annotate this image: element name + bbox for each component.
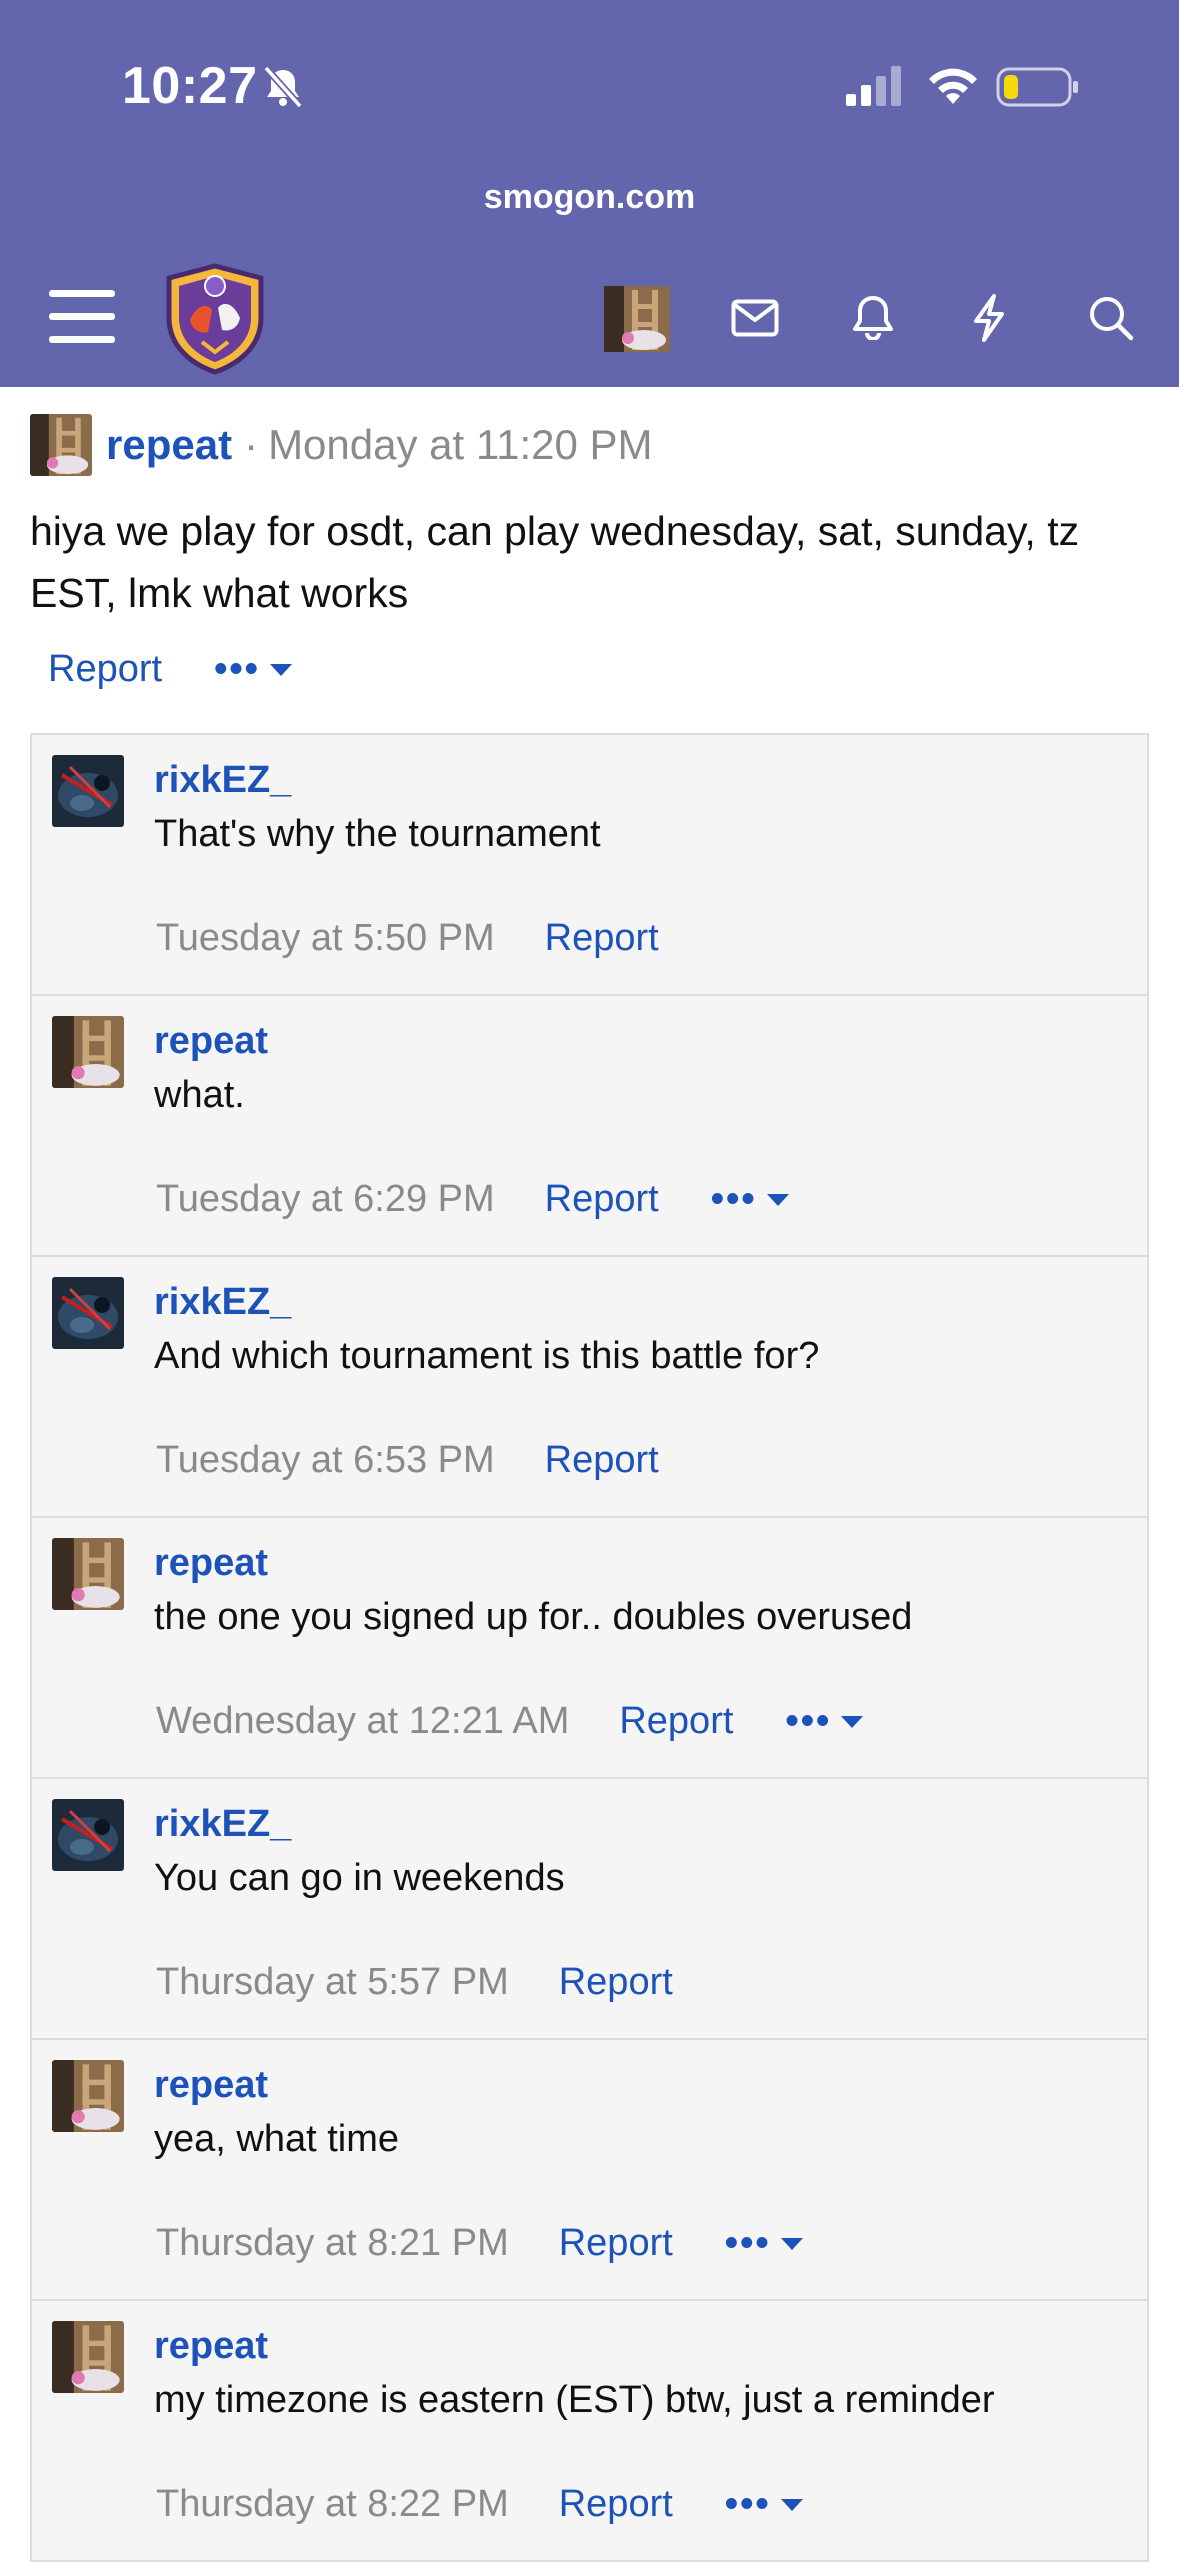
more-dots-icon: ••• (785, 1700, 832, 1742)
comment-item: rixkEZ_ That's why the tournament Tuesda… (32, 735, 1147, 996)
comment-text: And which tournament is this battle for? (154, 1335, 820, 1377)
comment-date[interactable]: Tuesday at 5:50 PM (156, 917, 495, 960)
comment-author-name[interactable]: repeat (154, 2064, 268, 2107)
battery-icon (996, 67, 1078, 107)
report-link[interactable]: Report (559, 1961, 673, 2004)
comment-author-name[interactable]: repeat (154, 2325, 268, 2368)
report-link[interactable]: Report (559, 2483, 673, 2526)
comment-author-avatar[interactable] (52, 2321, 124, 2393)
comment-author-name[interactable]: rixkEZ_ (154, 759, 291, 802)
comment-date[interactable]: Thursday at 8:21 PM (156, 2222, 509, 2265)
chevron-down-icon (766, 1193, 789, 1206)
more-options-menu[interactable]: ••• (214, 648, 292, 691)
report-link[interactable]: Report (545, 1439, 659, 1482)
user-avatar[interactable] (604, 286, 670, 352)
post-author-avatar[interactable] (30, 414, 92, 476)
comment-item: repeat yea, what time Thursday at 8:21 P… (32, 2040, 1147, 2301)
comment-item: rixkEZ_ And which tournament is this bat… (32, 1257, 1147, 1518)
comment-date[interactable]: Tuesday at 6:53 PM (156, 1439, 495, 1482)
comment-item: rixkEZ_ You can go in weekends Thursday … (32, 1779, 1147, 2040)
cell-signal-icon (846, 66, 901, 106)
site-logo[interactable] (162, 262, 268, 376)
post-separator: · (244, 421, 259, 468)
report-link[interactable]: Report (545, 1178, 659, 1221)
comment-meta: Tuesday at 5:50 PM Report (156, 917, 659, 960)
comment-date[interactable]: Thursday at 8:22 PM (156, 2483, 509, 2526)
comment-item: repeat the one you signed up for.. doubl… (32, 1518, 1147, 1779)
comment-meta: Thursday at 5:57 PM Report (156, 1961, 673, 2004)
comment-author-avatar[interactable] (52, 1016, 124, 1088)
comment-text: You can go in weekends (154, 1857, 565, 1899)
comment-text: yea, what time (154, 2118, 399, 2160)
comment-meta: Tuesday at 6:29 PM Report ••• (156, 1178, 789, 1221)
comment-date[interactable]: Tuesday at 6:29 PM (156, 1178, 495, 1221)
comment-meta: Tuesday at 6:53 PM Report (156, 1439, 659, 1482)
comment-text: That's why the tournament (154, 813, 601, 855)
comment-author-avatar[interactable] (52, 2060, 124, 2132)
more-options-menu[interactable]: ••• (725, 2222, 803, 2265)
comment-list: rixkEZ_ That's why the tournament Tuesda… (30, 733, 1149, 2562)
comment-author-name[interactable]: rixkEZ_ (154, 1803, 291, 1846)
report-link[interactable]: Report (545, 917, 659, 960)
comment-meta: Wednesday at 12:21 AM Report ••• (156, 1700, 864, 1743)
comment-meta: Thursday at 8:22 PM Report ••• (156, 2483, 803, 2526)
comment-text: what. (154, 1074, 245, 1116)
post-actions: Report ••• (48, 648, 292, 691)
comment-text: my timezone is eastern (EST) btw, just a… (154, 2379, 995, 2421)
comment-text: the one you signed up for.. doubles over… (154, 1596, 913, 1638)
comment-author-avatar[interactable] (52, 755, 124, 827)
mail-icon[interactable] (720, 288, 790, 348)
chevron-down-icon (269, 663, 292, 676)
comment-author-avatar[interactable] (52, 1538, 124, 1610)
more-dots-icon: ••• (724, 2483, 771, 2525)
bell-icon[interactable] (840, 284, 906, 350)
more-dots-icon: ••• (710, 1178, 757, 1220)
wifi-icon (929, 68, 977, 104)
search-icon[interactable] (1078, 286, 1144, 350)
post-date[interactable]: Monday at 11:20 PM (268, 421, 652, 469)
bolt-icon[interactable] (958, 284, 1020, 352)
top-header: 10:27 smogon.com (0, 0, 1179, 387)
report-link[interactable]: Report (48, 648, 162, 691)
post-header: repeat · Monday at 11:20 PM (30, 412, 653, 478)
chevron-down-icon (780, 2237, 803, 2250)
comment-meta: Thursday at 8:21 PM Report ••• (156, 2222, 803, 2265)
post-body: hiya we play for osdt, can play wednesda… (30, 508, 1080, 616)
more-options-menu[interactable]: ••• (785, 1700, 864, 1743)
chevron-down-icon (780, 2498, 803, 2511)
comment-author-name[interactable]: rixkEZ_ (154, 1281, 291, 1324)
more-dots-icon: ••• (724, 2222, 771, 2264)
silent-bell-icon (263, 65, 303, 109)
chevron-down-icon (841, 1715, 864, 1728)
comment-date[interactable]: Wednesday at 12:21 AM (156, 1700, 569, 1743)
comment-item: repeat what. Tuesday at 6:29 PM Report •… (32, 996, 1147, 1257)
report-link[interactable]: Report (619, 1700, 733, 1743)
more-dots-icon: ••• (214, 648, 260, 690)
more-options-menu[interactable]: ••• (711, 1178, 789, 1221)
address-bar-url[interactable]: smogon.com (0, 178, 1179, 217)
post-author-name[interactable]: repeat (106, 421, 232, 469)
menu-icon[interactable] (46, 284, 118, 348)
more-options-menu[interactable]: ••• (725, 2483, 803, 2526)
comment-author-avatar[interactable] (52, 1277, 124, 1349)
comment-item: repeat my timezone is eastern (EST) btw,… (32, 2301, 1147, 2562)
status-time: 10:27 (122, 57, 258, 115)
comment-author-name[interactable]: repeat (154, 1020, 268, 1063)
comment-author-name[interactable]: repeat (154, 1542, 268, 1585)
comment-date[interactable]: Thursday at 5:57 PM (156, 1961, 509, 2004)
comment-author-avatar[interactable] (52, 1799, 124, 1871)
report-link[interactable]: Report (559, 2222, 673, 2265)
